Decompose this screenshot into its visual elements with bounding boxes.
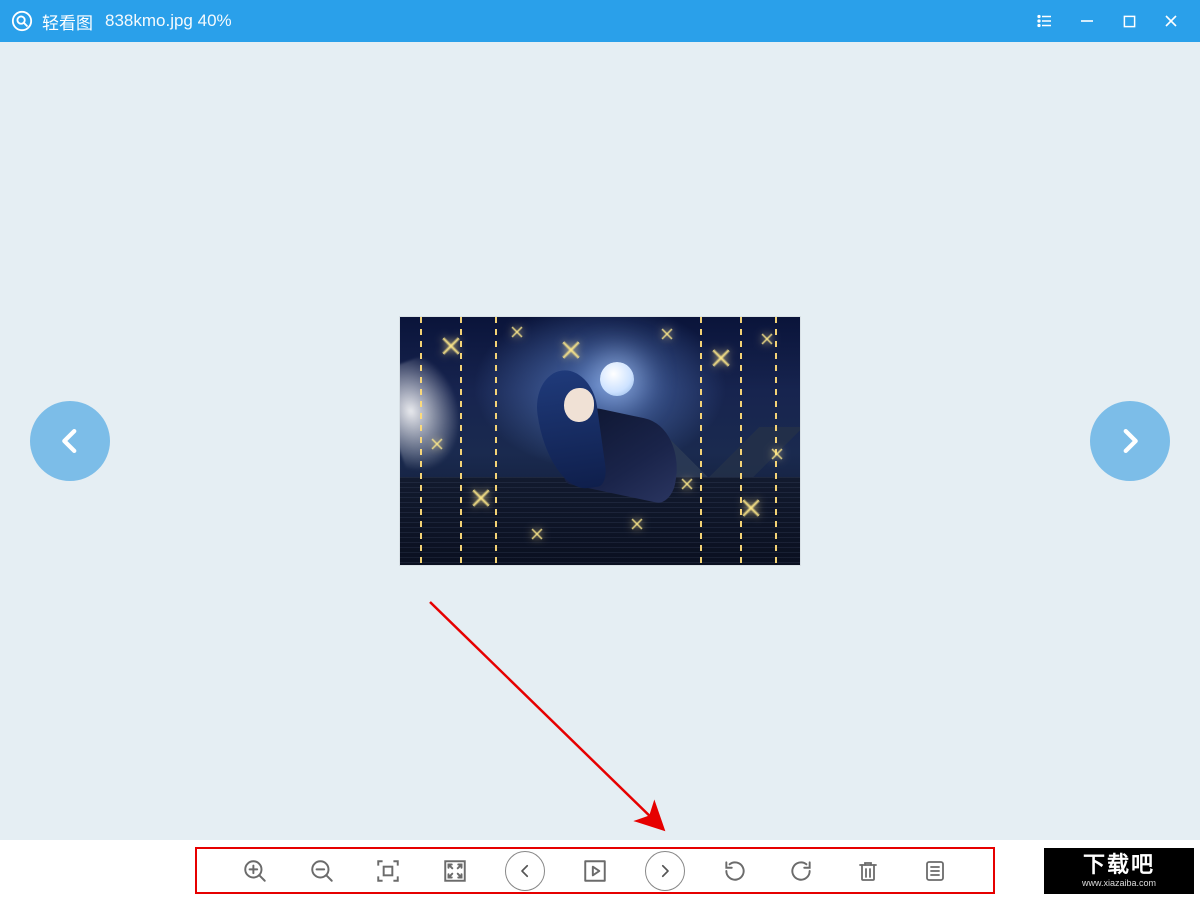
fit-icon [375, 858, 401, 884]
minimize-button[interactable] [1066, 0, 1108, 42]
file-info: 838kmo.jpg 40% [105, 11, 232, 31]
zoom-in-button[interactable] [238, 854, 272, 888]
more-button[interactable] [918, 854, 952, 888]
zoom-out-icon [309, 858, 335, 884]
chevron-left-icon [53, 424, 87, 458]
prev-image-button[interactable] [30, 401, 110, 481]
image-viewport[interactable] [0, 42, 1200, 840]
fullscreen-icon [442, 858, 468, 884]
app-logo-icon [10, 9, 34, 33]
play-icon [582, 858, 608, 884]
watermark-url: www.xiazaiba.com [1082, 878, 1156, 888]
toolbar [195, 847, 995, 894]
app-window: 轻看图 838kmo.jpg 40% [0, 0, 1200, 900]
close-button[interactable] [1150, 0, 1192, 42]
chevron-right-icon [656, 862, 674, 880]
chevron-left-icon [516, 862, 534, 880]
trash-icon [856, 859, 880, 883]
rotate-left-button[interactable] [718, 854, 752, 888]
zoom-level: 40% [198, 11, 232, 30]
toolbar-next-button[interactable] [645, 851, 685, 891]
list-icon [923, 859, 947, 883]
app-name: 轻看图 [42, 9, 93, 34]
slideshow-button[interactable] [578, 854, 612, 888]
next-image-button[interactable] [1090, 401, 1170, 481]
menu-button[interactable] [1024, 0, 1066, 42]
watermark: 下载吧 www.xiazaiba.com [1044, 848, 1194, 894]
maximize-button[interactable] [1108, 0, 1150, 42]
rotate-ccw-icon [722, 858, 748, 884]
actual-size-button[interactable] [371, 854, 405, 888]
image-preview [400, 317, 800, 565]
delete-button[interactable] [851, 854, 885, 888]
chevron-right-icon [1113, 424, 1147, 458]
fullscreen-button[interactable] [438, 854, 472, 888]
titlebar: 轻看图 838kmo.jpg 40% [0, 0, 1200, 42]
zoom-out-button[interactable] [305, 854, 339, 888]
toolbar-prev-button[interactable] [505, 851, 545, 891]
bottom-bar: 下载吧 www.xiazaiba.com [0, 840, 1200, 900]
watermark-text: 下载吧 [1083, 854, 1155, 876]
zoom-in-icon [242, 858, 268, 884]
filename: 838kmo.jpg [105, 11, 193, 30]
rotate-right-button[interactable] [784, 854, 818, 888]
rotate-cw-icon [788, 858, 814, 884]
